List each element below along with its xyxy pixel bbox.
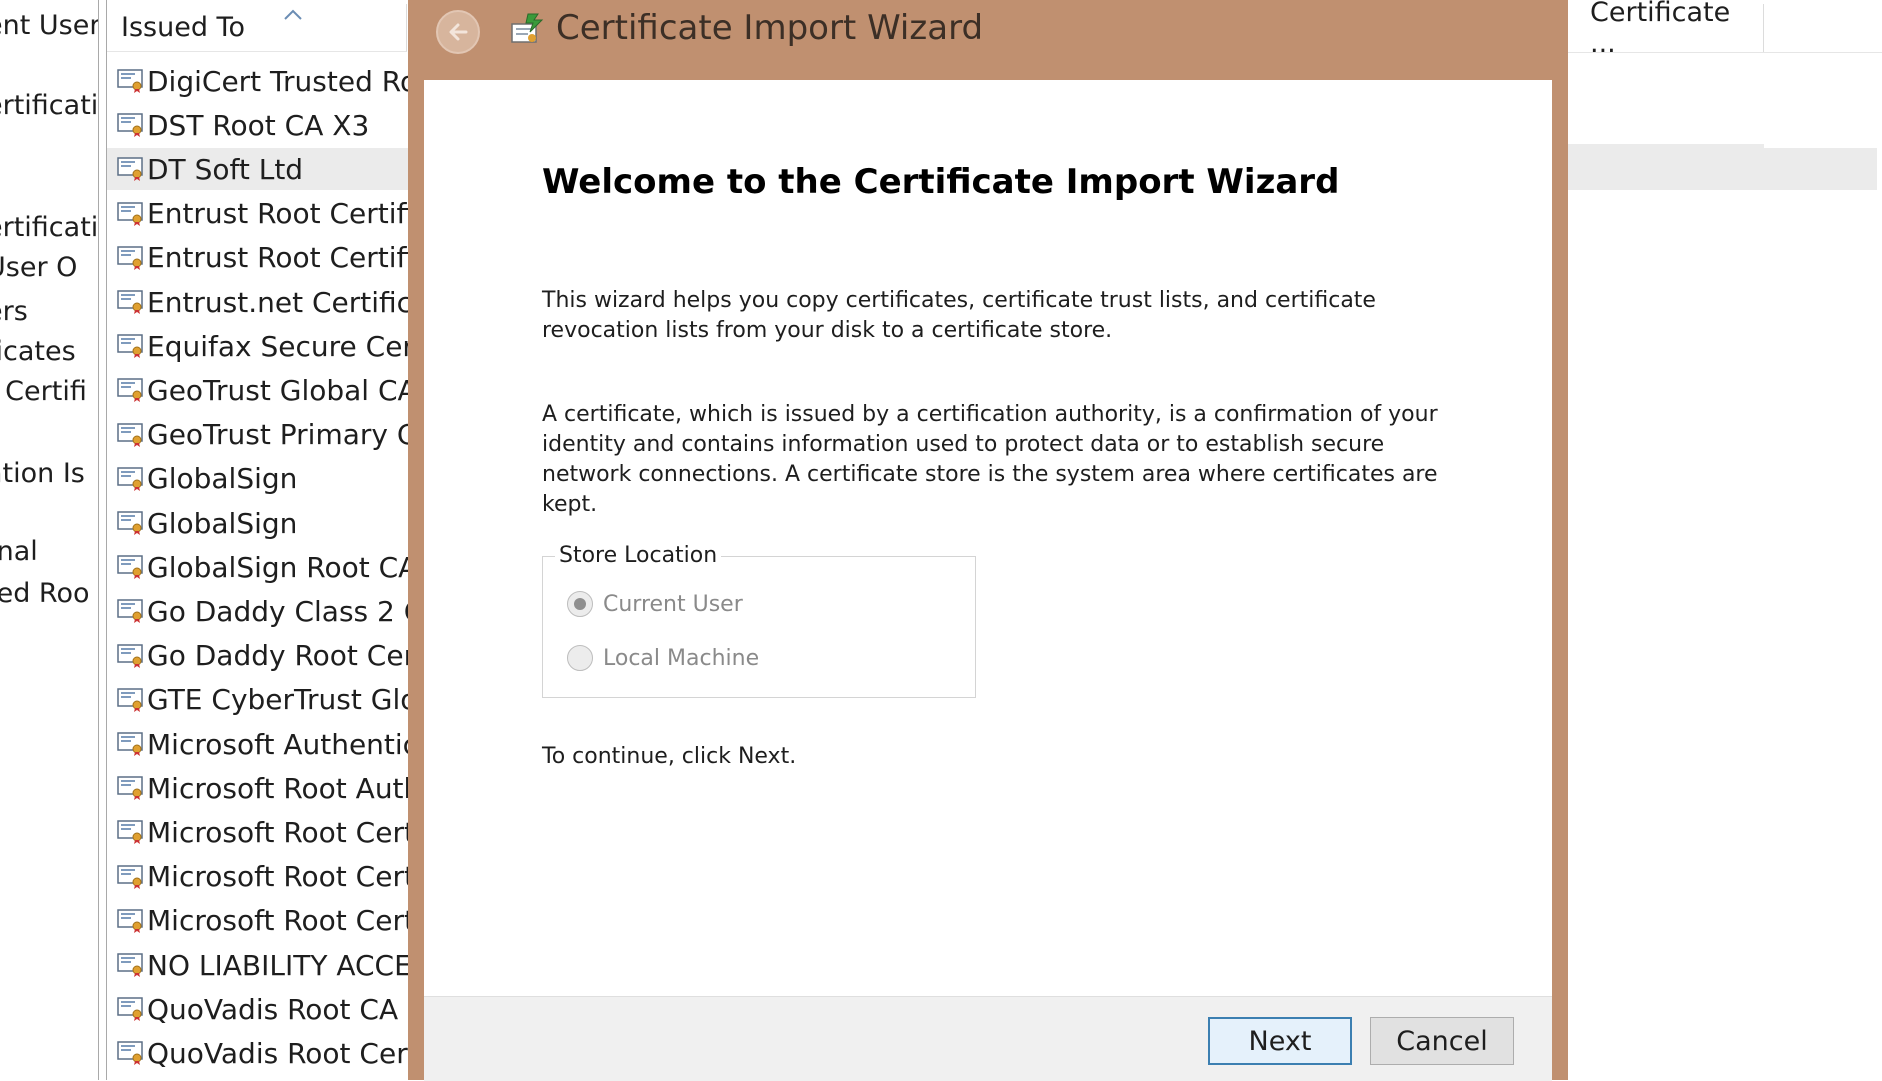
certificate-issued-to: GeoTrust Global CA	[147, 373, 417, 407]
certificate-icon	[117, 908, 145, 934]
sort-ascending-icon	[283, 4, 303, 25]
certificate-icon	[117, 687, 145, 713]
column-header-certificate[interactable]: Certificate ...	[1568, 0, 1764, 59]
certificate-icon	[117, 466, 145, 492]
back-button[interactable]	[436, 10, 480, 54]
certificate-issued-to: Go Daddy Root Certif	[147, 639, 444, 673]
certificate-issued-to: NO LIABILITY ACCEPT	[147, 948, 446, 982]
certificate-icon	[117, 422, 145, 448]
tree-item[interactable]: ertificati	[0, 212, 98, 243]
certificate-issued-to: Microsoft Root Certifi	[147, 860, 441, 894]
current-user-radio[interactable]	[567, 591, 593, 617]
certificate-icon	[117, 952, 145, 978]
certificate-icon	[117, 201, 145, 227]
tree-item[interactable]: ers	[0, 296, 28, 327]
welcome-heading: Welcome to the Certificate Import Wizard	[542, 162, 1340, 202]
tree-item[interactable]: t Certifi	[0, 376, 87, 407]
tree-item[interactable]: User O	[0, 252, 77, 283]
certificate-issued-to: Go Daddy Class 2 Cer	[147, 594, 453, 628]
certificate-issued-to: DT Soft Ltd	[147, 152, 304, 186]
local-machine-label: Local Machine	[603, 645, 760, 671]
certificate-icon	[117, 643, 145, 669]
certificate-issued-to: GeoTrust Primary Cer	[147, 418, 446, 452]
right-column-header-area: Certificate ...	[1568, 0, 1882, 59]
certificate-issued-to: Microsoft Root Certifi	[147, 904, 441, 938]
certificate-issued-to: GlobalSign	[147, 506, 298, 540]
next-button[interactable]: Next	[1208, 1017, 1352, 1065]
column-header-issued-to[interactable]: Issued To	[107, 4, 407, 52]
selected-row-extension	[1568, 144, 1764, 186]
description-text: A certificate, which is issued by a cert…	[542, 402, 1438, 517]
column-header-label: Issued To	[121, 12, 245, 43]
certificate-icon	[117, 864, 145, 890]
local-machine-option[interactable]: Local Machine	[567, 645, 759, 671]
cancel-button[interactable]: Cancel	[1370, 1017, 1514, 1065]
local-machine-radio[interactable]	[567, 645, 593, 671]
console-tree-pane: ent User ertificati ertificati User O ers fic…	[0, 0, 99, 1080]
certificate-issued-to: DigiCert Trusted Root	[147, 64, 446, 98]
tree-item[interactable]: ent User	[0, 10, 98, 41]
certificate-issued-to: QuoVadis Root CA 2	[147, 992, 425, 1026]
certificate-issued-to: GlobalSign	[147, 462, 298, 496]
tree-item[interactable]: ficates	[0, 336, 76, 367]
certificate-icon	[117, 598, 145, 624]
certificate-icon	[117, 554, 145, 580]
wizard-content: Welcome to the Certificate Import Wizard…	[424, 80, 1552, 996]
certificate-icon	[117, 996, 145, 1022]
tree-item[interactable]: ation Is	[0, 458, 85, 489]
certificate-icon	[117, 731, 145, 757]
certificate-issued-to: QuoVadis Root Certif	[147, 1036, 437, 1070]
certificate-issued-to: DST Root CA X3	[147, 108, 370, 142]
certificate-issued-to: GTE CyberTrust Globa	[147, 683, 453, 717]
certificate-issued-to: Microsoft Root Autho	[147, 771, 439, 805]
certificate-issued-to: Microsoft Root Certifi	[147, 815, 441, 849]
certificate-icon	[117, 112, 145, 138]
intro-text: This wizard helps you copy certificates,…	[542, 288, 1376, 343]
certificate-icon	[117, 1040, 145, 1066]
certificate-import-wizard-dialog: Certificate Import Wizard Welcome to the…	[408, 0, 1568, 1081]
certificate-icon	[117, 775, 145, 801]
current-user-label: Current User	[603, 591, 743, 617]
certificate-icon	[117, 289, 145, 315]
wizard-title-bar: Certificate Import Wizard	[408, 0, 1568, 80]
tree-item[interactable]: ted Roo	[0, 578, 90, 609]
certificate-icon	[117, 377, 145, 403]
store-location-legend: Store Location	[555, 543, 722, 568]
certificate-wizard-icon	[511, 13, 544, 43]
wizard-footer: Next Cancel	[424, 996, 1552, 1081]
tree-item[interactable]: rnal	[0, 536, 38, 567]
certificate-icon	[117, 156, 145, 182]
certificate-icon	[117, 819, 145, 845]
certificate-issued-to: Entrust Root Certifica	[147, 241, 447, 275]
current-user-option[interactable]: Current User	[567, 591, 743, 617]
certificate-issued-to: Equifax Secure Certifi	[147, 329, 451, 363]
wizard-title: Certificate Import Wizard	[556, 8, 984, 48]
certificate-icon	[117, 68, 145, 94]
continue-text: To continue, click Next.	[542, 744, 797, 769]
back-arrow-icon	[449, 23, 468, 41]
certificate-issued-to: Microsoft Authentico	[147, 727, 436, 761]
tree-item[interactable]: ertificati	[0, 90, 98, 121]
certificate-icon	[117, 510, 145, 536]
column-header-label: Certificate ...	[1590, 0, 1731, 59]
certificate-icon	[117, 333, 145, 359]
radio-checked-dot	[574, 598, 586, 610]
certificate-icon	[117, 245, 145, 271]
certificate-issued-to: GlobalSign Root CA	[147, 550, 418, 584]
certificate-issued-to: Entrust Root Certifica	[147, 197, 447, 231]
store-location-group: Store Location Current User Local Machin…	[542, 543, 976, 698]
